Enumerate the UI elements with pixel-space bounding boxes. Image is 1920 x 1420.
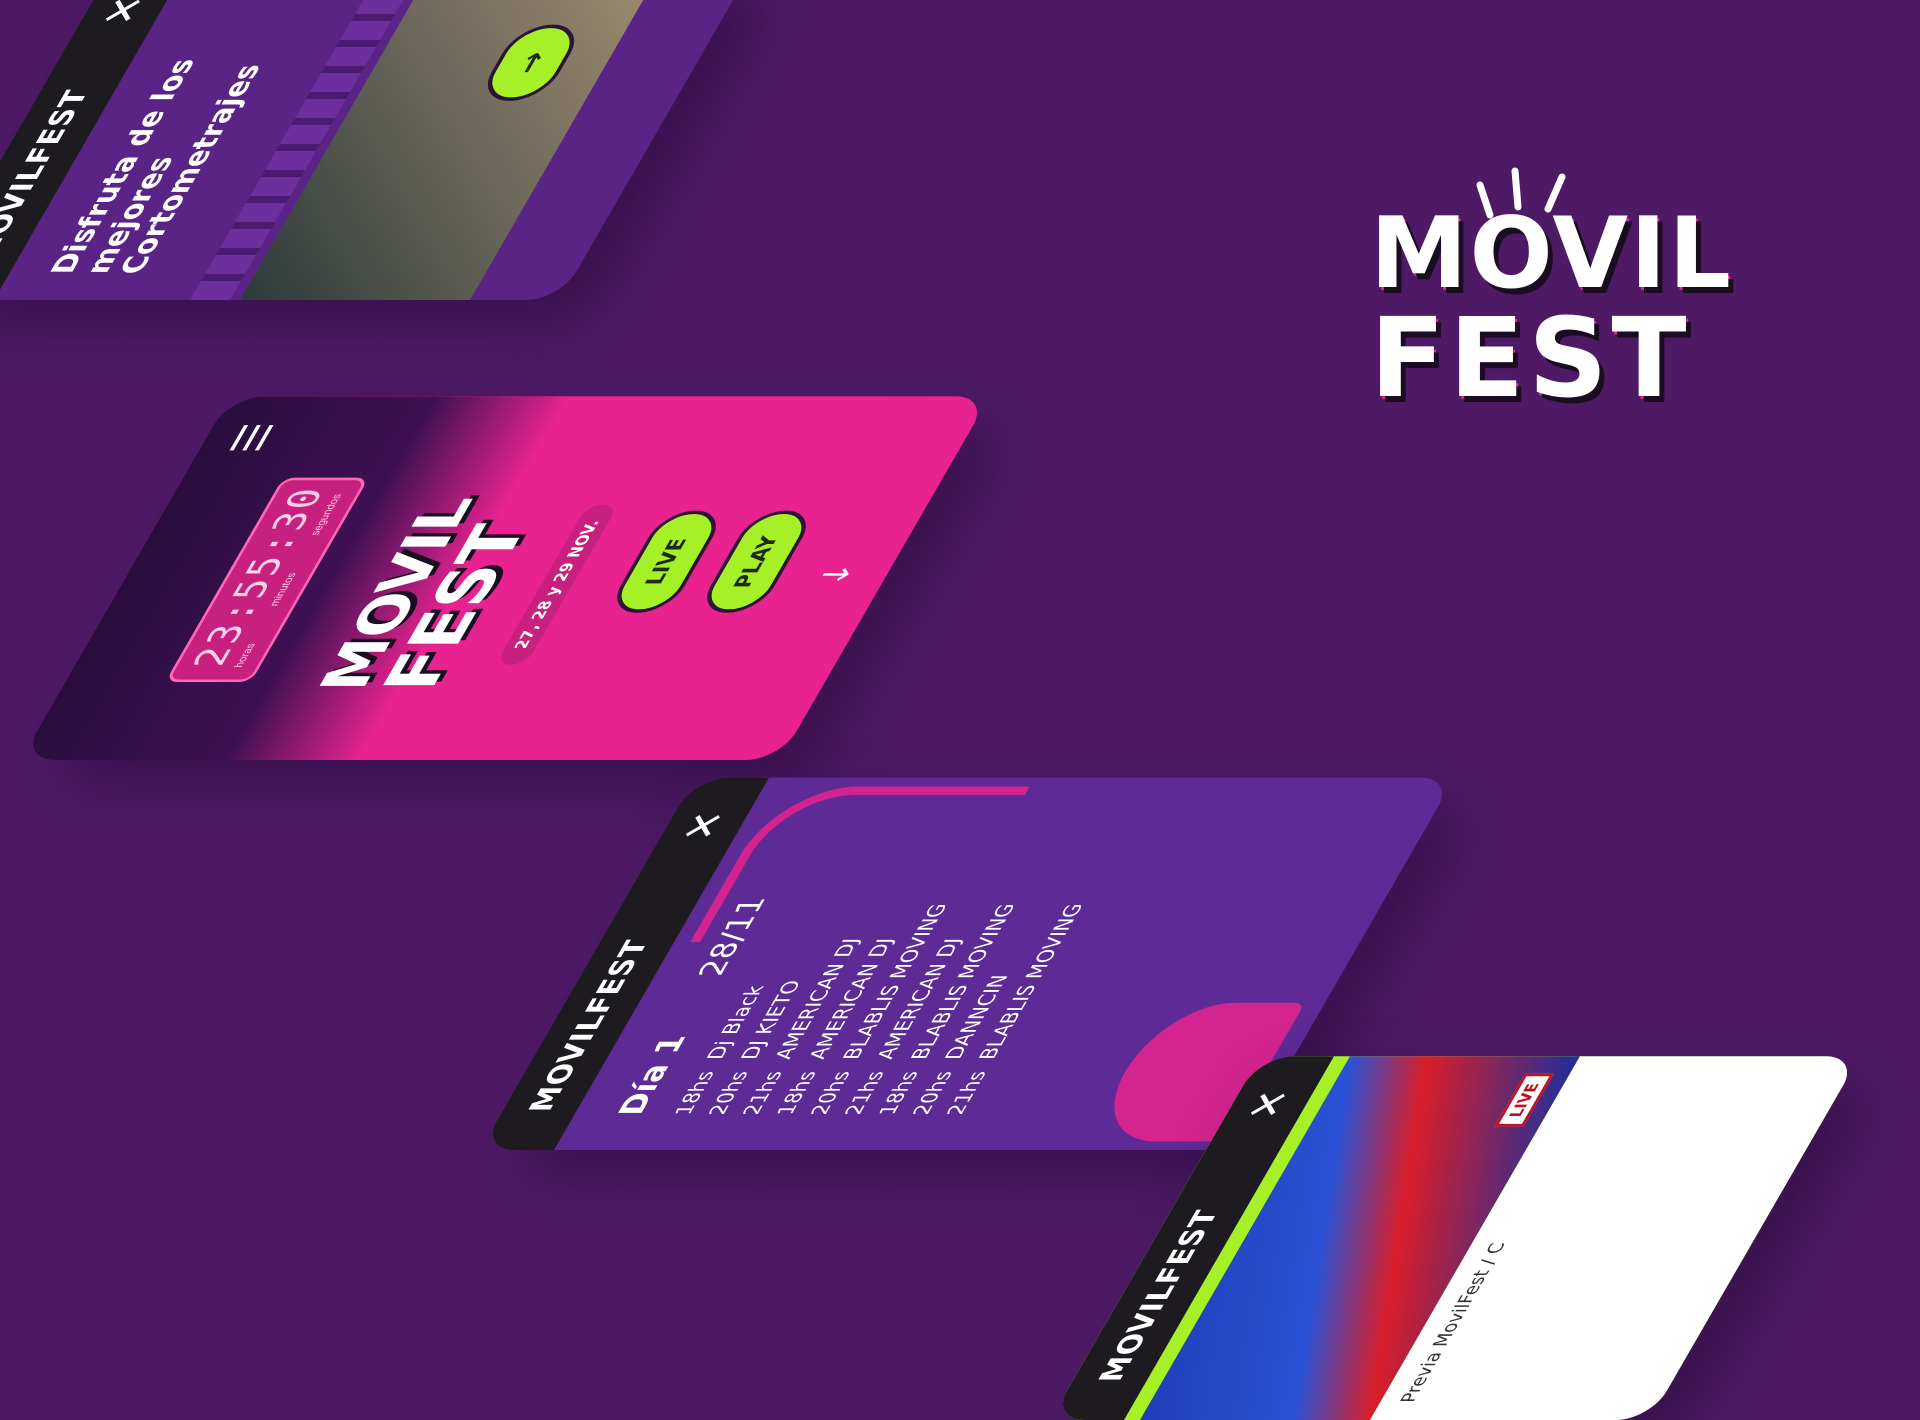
phone-intro: MOVILFEST ✕ Disfruta de los mejores Cort… bbox=[0, 0, 755, 300]
phone-home: ☰ 23:55:30 horas minutos segundos MOVIL … bbox=[20, 396, 990, 760]
logo-line-movil: MOVIL bbox=[1370, 197, 1733, 311]
arrow-right-icon: → bbox=[507, 51, 555, 74]
close-icon[interactable]: ✕ bbox=[1235, 1089, 1302, 1119]
close-icon[interactable]: ✕ bbox=[670, 811, 737, 841]
main-logo: MOVIL FEST bbox=[1370, 165, 1750, 425]
schedule-row: 21hs BLABLIS MOVING bbox=[942, 904, 1088, 1116]
arrow-down-icon[interactable]: ↓ bbox=[810, 562, 864, 587]
close-icon[interactable]: ✕ bbox=[90, 0, 157, 26]
logo-line-fest: FEST bbox=[1370, 294, 1691, 422]
